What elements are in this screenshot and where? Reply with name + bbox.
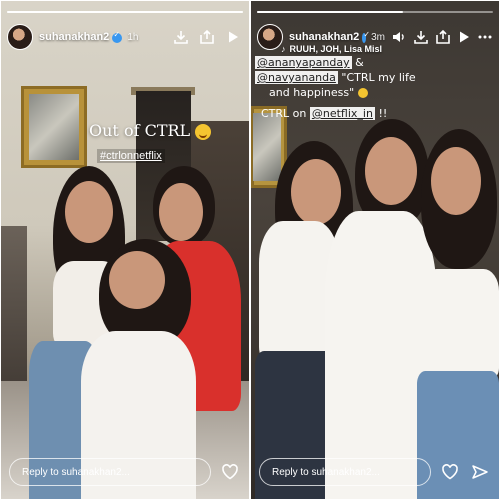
caption-text: & — [351, 56, 364, 69]
story-caption: Out of CTRL — [89, 121, 212, 140]
caption-line: @ananyapanday & — [255, 55, 489, 70]
story-footer: Reply to suhanakhan2... — [9, 457, 241, 487]
username[interactable]: suhanakhan2 — [39, 31, 109, 43]
mention-tag[interactable]: @netflix_in — [309, 107, 375, 120]
download-icon[interactable] — [171, 27, 191, 47]
volume-icon[interactable] — [391, 27, 407, 47]
story-left: suhanakhan2 1h Out of CTRL #ctrlonnetfli… — [1, 1, 249, 499]
story-timestamp: 1h — [127, 31, 139, 43]
avatar[interactable] — [257, 24, 283, 50]
play-icon[interactable] — [223, 27, 243, 47]
verified-badge-icon — [362, 30, 370, 43]
play-icon[interactable] — [457, 27, 471, 47]
wall-painting — [253, 113, 281, 181]
verified-badge-icon — [112, 30, 123, 43]
caption-text: CTRL on — [261, 107, 310, 120]
winking-tongue-emoji-icon — [195, 123, 212, 140]
heart-icon[interactable] — [219, 461, 241, 483]
send-icon[interactable] — [469, 461, 491, 483]
story-timestamp: 3m — [371, 31, 385, 43]
smiling-face-emoji-icon — [357, 88, 368, 98]
hashtag-sticker[interactable]: #ctrlonnetflix — [97, 149, 165, 163]
story-progress-fill — [257, 11, 404, 13]
caption-line: @navyananda "CTRL my life — [255, 70, 489, 85]
username[interactable]: suhanakhan2 — [289, 31, 359, 43]
reply-input[interactable]: Reply to suhanakhan2... — [9, 458, 211, 486]
more-icon[interactable] — [477, 27, 493, 47]
reply-input[interactable]: Reply to suhanakhan2... — [259, 458, 431, 486]
story-footer: Reply to suhanakhan2... — [259, 457, 491, 487]
heart-icon[interactable] — [439, 461, 461, 483]
story-progress-bar — [257, 11, 493, 13]
ctrl-caption: CTRL on @netflix_in !! — [261, 107, 387, 120]
wall-painting — [29, 94, 79, 160]
music-note-icon: ♪ — [281, 44, 286, 54]
subline-text: RUUH, JOH, Lisa Misl — [289, 44, 383, 54]
share-icon[interactable] — [435, 27, 451, 47]
story-progress-bar — [7, 11, 243, 13]
share-icon[interactable] — [197, 27, 217, 47]
caption-text: "CTRL my life — [337, 71, 416, 84]
story-caption: @ananyapanday & @navyananda "CTRL my lif… — [255, 55, 489, 100]
mention-tag[interactable]: @navyananda — [255, 71, 338, 84]
story-subline[interactable]: ♪ RUUH, JOH, Lisa Misl — [281, 44, 382, 54]
mention-tag[interactable]: @ananyapanday — [255, 56, 352, 69]
avatar[interactable] — [7, 24, 33, 50]
caption-line: and happiness" — [255, 85, 489, 100]
caption-text: !! — [374, 107, 388, 120]
download-icon[interactable] — [413, 27, 429, 47]
caption-text: and happiness" — [269, 86, 355, 99]
story-right: suhanakhan2 3m ♪ RUUH, JOH, Lisa Misl — [251, 1, 499, 499]
stories-collage: suhanakhan2 1h Out of CTRL #ctrlonnetfli… — [0, 0, 500, 500]
caption-text: Out of CTRL — [89, 121, 191, 140]
story-header: suhanakhan2 1h — [7, 21, 243, 53]
story-progress-fill — [7, 11, 243, 13]
